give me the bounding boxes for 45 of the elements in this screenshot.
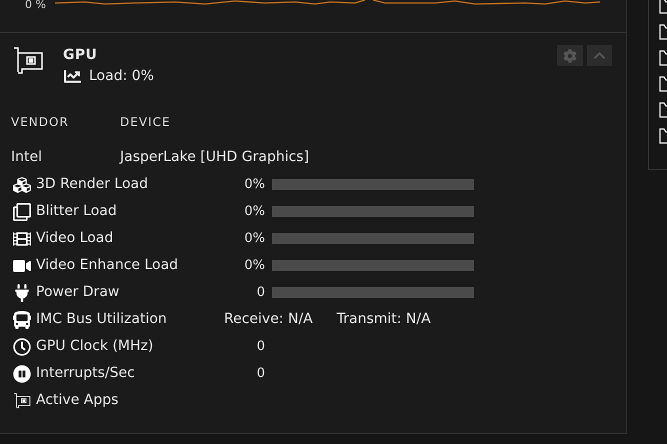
graphics-card-icon	[12, 45, 44, 77]
collapse-button[interactable]	[587, 45, 612, 66]
clock-icon	[13, 338, 31, 356]
folder-icon	[659, 50, 667, 66]
metric-value: 0	[256, 364, 266, 383]
metric-label: Video Enhance Load	[36, 256, 180, 275]
metric-label: Blitter Load	[36, 202, 118, 221]
axis-label: 0 %	[25, 0, 47, 11]
column-header: DEVICE	[120, 114, 172, 131]
cubes-icon	[13, 176, 31, 194]
metric-value: 0	[256, 284, 266, 302]
folder-icon	[659, 128, 667, 144]
receive-value: Receive: N/A	[224, 310, 313, 329]
metric-label: Power Draw	[36, 283, 120, 302]
metric-label: Video Load	[36, 229, 114, 248]
plug-icon	[13, 284, 31, 302]
chart-line-icon	[63, 68, 82, 85]
metric-label: IMC Bus Utilization	[36, 310, 168, 329]
metric-label: Active Apps	[36, 391, 120, 410]
gear-icon	[563, 48, 577, 62]
metric-value: 0%	[243, 230, 266, 248]
device-name: JasperLake [UHD Graphics]	[120, 148, 310, 167]
folder-icon	[659, 0, 667, 14]
metric-value: 0	[256, 338, 266, 356]
bus-icon	[13, 310, 31, 328]
metric-label: GPU Clock (MHz)	[36, 337, 154, 356]
transmit-value: Transmit: N/A	[336, 310, 431, 329]
metric-value: 0%	[243, 256, 266, 275]
pause-icon	[13, 364, 31, 382]
metric-label: 3D Render Load	[36, 175, 150, 194]
metric-value: 0%	[243, 176, 266, 194]
folder-icon	[659, 102, 667, 118]
folder-icon	[659, 76, 667, 92]
metric-value: 0%	[243, 202, 266, 221]
metric-label: Interrupts/Sec	[36, 364, 136, 383]
copy-icon	[13, 202, 31, 220]
load-text: Load: 0%	[89, 67, 154, 86]
chevron-up-icon	[593, 49, 606, 62]
folder-icon	[659, 24, 667, 40]
vendor-name: Intel	[11, 148, 43, 167]
graphics-card-icon	[13, 392, 31, 410]
settings-button[interactable]	[557, 45, 583, 66]
column-header: VENDOR	[11, 114, 70, 131]
section-title: GPU	[63, 46, 98, 65]
film-icon	[13, 230, 31, 248]
